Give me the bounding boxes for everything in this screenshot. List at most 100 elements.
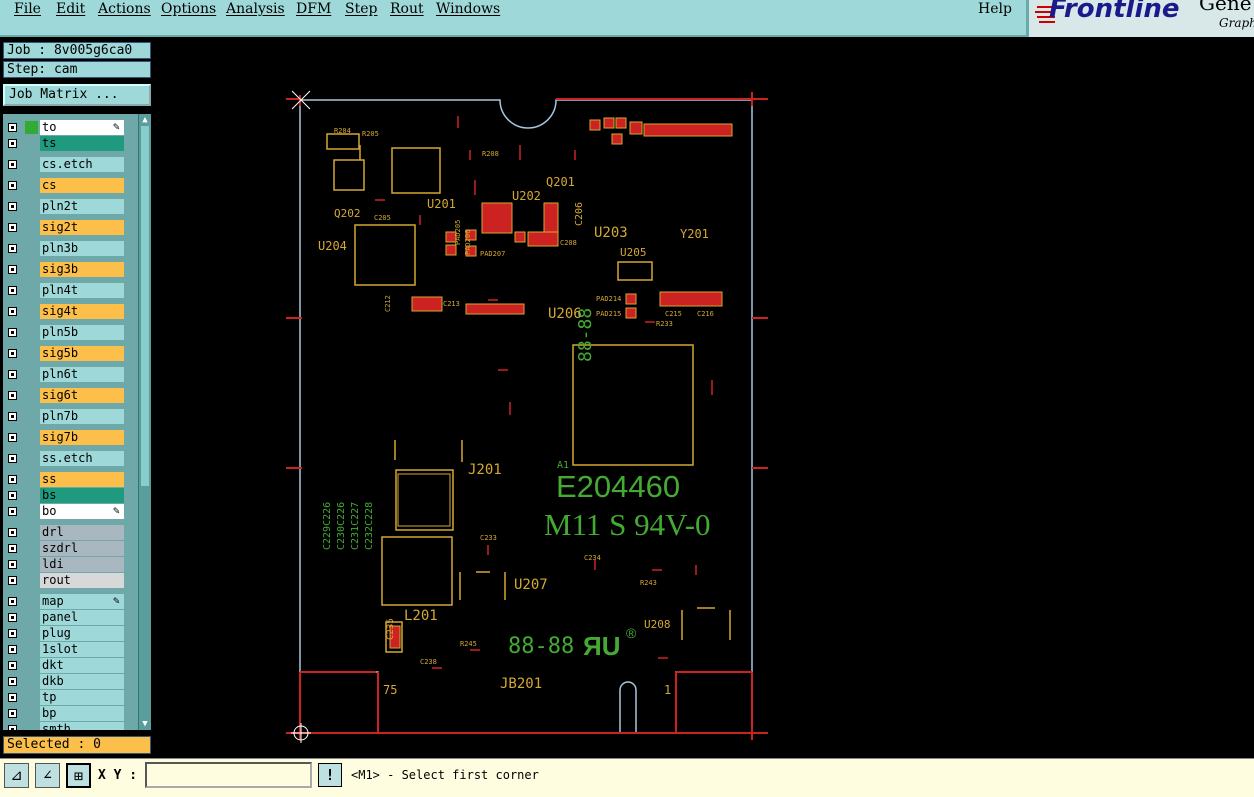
layer-name[interactable]: pln7b	[40, 409, 124, 424]
layer-checkbox[interactable]	[8, 454, 17, 463]
layer-row-tp[interactable]: tp	[3, 690, 138, 706]
layer-checkbox[interactable]	[8, 139, 17, 148]
layer-name[interactable]: 1slot	[40, 642, 124, 657]
layer-row-pln7b[interactable]: pln7b	[3, 409, 138, 425]
layer-name[interactable]: pln5b	[40, 325, 124, 340]
layer-name[interactable]: dkt	[40, 658, 124, 673]
layer-checkbox[interactable]	[8, 412, 17, 421]
layer-row-cs-etch[interactable]: cs.etch	[3, 157, 138, 173]
layer-checkbox[interactable]	[8, 123, 17, 132]
layer-checkbox[interactable]	[8, 349, 17, 358]
menu-edit[interactable]: Edit	[56, 1, 85, 17]
layer-row-sig6t[interactable]: sig6t	[3, 388, 138, 404]
layer-row-sig4t[interactable]: sig4t	[3, 304, 138, 320]
layer-name[interactable]: pln2t	[40, 199, 124, 214]
layer-name[interactable]: pln6t	[40, 367, 124, 382]
layer-checkbox[interactable]	[8, 507, 17, 516]
layer-row-sig2t[interactable]: sig2t	[3, 220, 138, 236]
layer-checkbox[interactable]	[8, 725, 17, 730]
layer-name[interactable]: pln3b	[40, 241, 124, 256]
layer-row-smth[interactable]: smth	[3, 722, 138, 730]
graphic-canvas[interactable]: A1 88-88 E204460 M11 S 94V-0 88-88 ЯU ®	[156, 38, 1254, 758]
layer-row-plug[interactable]: plug	[3, 626, 138, 642]
menu-rout[interactable]: Rout	[390, 1, 424, 17]
menu-options[interactable]: Options	[161, 1, 216, 17]
layer-name[interactable]: smth	[40, 722, 124, 730]
layer-row-sig5b[interactable]: sig5b	[3, 346, 138, 362]
layer-checkbox[interactable]	[8, 629, 17, 638]
menu-windows[interactable]: Windows	[436, 1, 500, 17]
layer-checkbox[interactable]	[8, 433, 17, 442]
layer-name[interactable]: map	[40, 594, 124, 609]
layer-name[interactable]: cs	[40, 178, 124, 193]
layer-row-dkt[interactable]: dkt	[3, 658, 138, 674]
layer-checkbox[interactable]	[8, 709, 17, 718]
layer-checkbox[interactable]	[8, 244, 17, 253]
layer-name[interactable]: to	[40, 120, 124, 135]
menu-help[interactable]: Help	[978, 1, 1012, 17]
grid-snap-icon[interactable]: ⊞	[66, 763, 91, 788]
layer-row-ts[interactable]: ts	[3, 136, 138, 152]
layer-row-pln4t[interactable]: pln4t	[3, 283, 138, 299]
scroll-down-icon[interactable]: ▼	[139, 718, 151, 730]
layer-scrollbar[interactable]: ▲ ▼	[138, 114, 151, 730]
layer-name[interactable]: bo	[40, 504, 124, 519]
layer-name[interactable]: sig3b	[40, 262, 124, 277]
xy-input[interactable]	[145, 762, 312, 788]
layer-row-ldi[interactable]: ldi	[3, 557, 138, 573]
menu-analysis[interactable]: Analysis	[226, 1, 285, 17]
layer-checkbox[interactable]	[8, 223, 17, 232]
layer-row-panel[interactable]: panel	[3, 610, 138, 626]
layer-name[interactable]: sig6t	[40, 388, 124, 403]
layer-checkbox[interactable]	[8, 391, 17, 400]
zoom-window-icon[interactable]: ⊿	[4, 763, 29, 788]
layer-checkbox[interactable]	[8, 181, 17, 190]
layer-name[interactable]: drl	[40, 525, 124, 540]
menu-actions[interactable]: Actions	[98, 1, 151, 17]
layer-row-map[interactable]: map ✎	[3, 594, 138, 610]
layer-name[interactable]: ss	[40, 472, 124, 487]
layer-name[interactable]: plug	[40, 626, 124, 641]
layer-checkbox[interactable]	[8, 693, 17, 702]
layer-checkbox[interactable]	[8, 544, 17, 553]
layer-name[interactable]: sig7b	[40, 430, 124, 445]
layer-name[interactable]: pln4t	[40, 283, 124, 298]
measure-icon[interactable]: ∠	[35, 763, 60, 788]
layer-checkbox[interactable]	[8, 160, 17, 169]
layer-checkbox[interactable]	[8, 528, 17, 537]
layer-checkbox[interactable]	[8, 265, 17, 274]
layer-name[interactable]: panel	[40, 610, 124, 625]
menu-step[interactable]: Step	[345, 1, 377, 17]
layer-row-sig3b[interactable]: sig3b	[3, 262, 138, 278]
layer-row-pln6t[interactable]: pln6t	[3, 367, 138, 383]
layer-row-drl[interactable]: drl	[3, 525, 138, 541]
alert-icon[interactable]: !	[318, 763, 342, 787]
layer-row-ss-etch[interactable]: ss.etch	[3, 451, 138, 467]
layer-name[interactable]: ts	[40, 136, 124, 151]
layer-row-sig7b[interactable]: sig7b	[3, 430, 138, 446]
layer-name[interactable]: sig4t	[40, 304, 124, 319]
layer-name[interactable]: sig5b	[40, 346, 124, 361]
layer-checkbox[interactable]	[8, 560, 17, 569]
scroll-up-icon[interactable]: ▲	[139, 114, 151, 126]
layer-checkbox[interactable]	[8, 202, 17, 211]
layer-checkbox[interactable]	[8, 645, 17, 654]
layer-checkbox[interactable]	[8, 328, 17, 337]
layer-name[interactable]: sig2t	[40, 220, 124, 235]
layer-checkbox[interactable]	[8, 307, 17, 316]
layer-name[interactable]: tp	[40, 690, 124, 705]
layer-row-to[interactable]: to ✎	[3, 120, 138, 136]
layer-row-dkb[interactable]: dkb	[3, 674, 138, 690]
layer-name[interactable]: cs.etch	[40, 157, 124, 172]
layer-row-rout[interactable]: rout	[3, 573, 138, 589]
layer-row-szdrl[interactable]: szdrl	[3, 541, 138, 557]
layer-checkbox[interactable]	[8, 370, 17, 379]
layer-row-ss[interactable]: ss	[3, 472, 138, 488]
layer-checkbox[interactable]	[8, 491, 17, 500]
layer-row-1slot[interactable]: 1slot	[3, 642, 138, 658]
job-matrix-button[interactable]: Job Matrix ...	[3, 84, 151, 106]
layer-checkbox[interactable]	[8, 677, 17, 686]
layer-checkbox[interactable]	[8, 613, 17, 622]
layer-checkbox[interactable]	[8, 661, 17, 670]
layer-row-bs[interactable]: bs	[3, 488, 138, 504]
